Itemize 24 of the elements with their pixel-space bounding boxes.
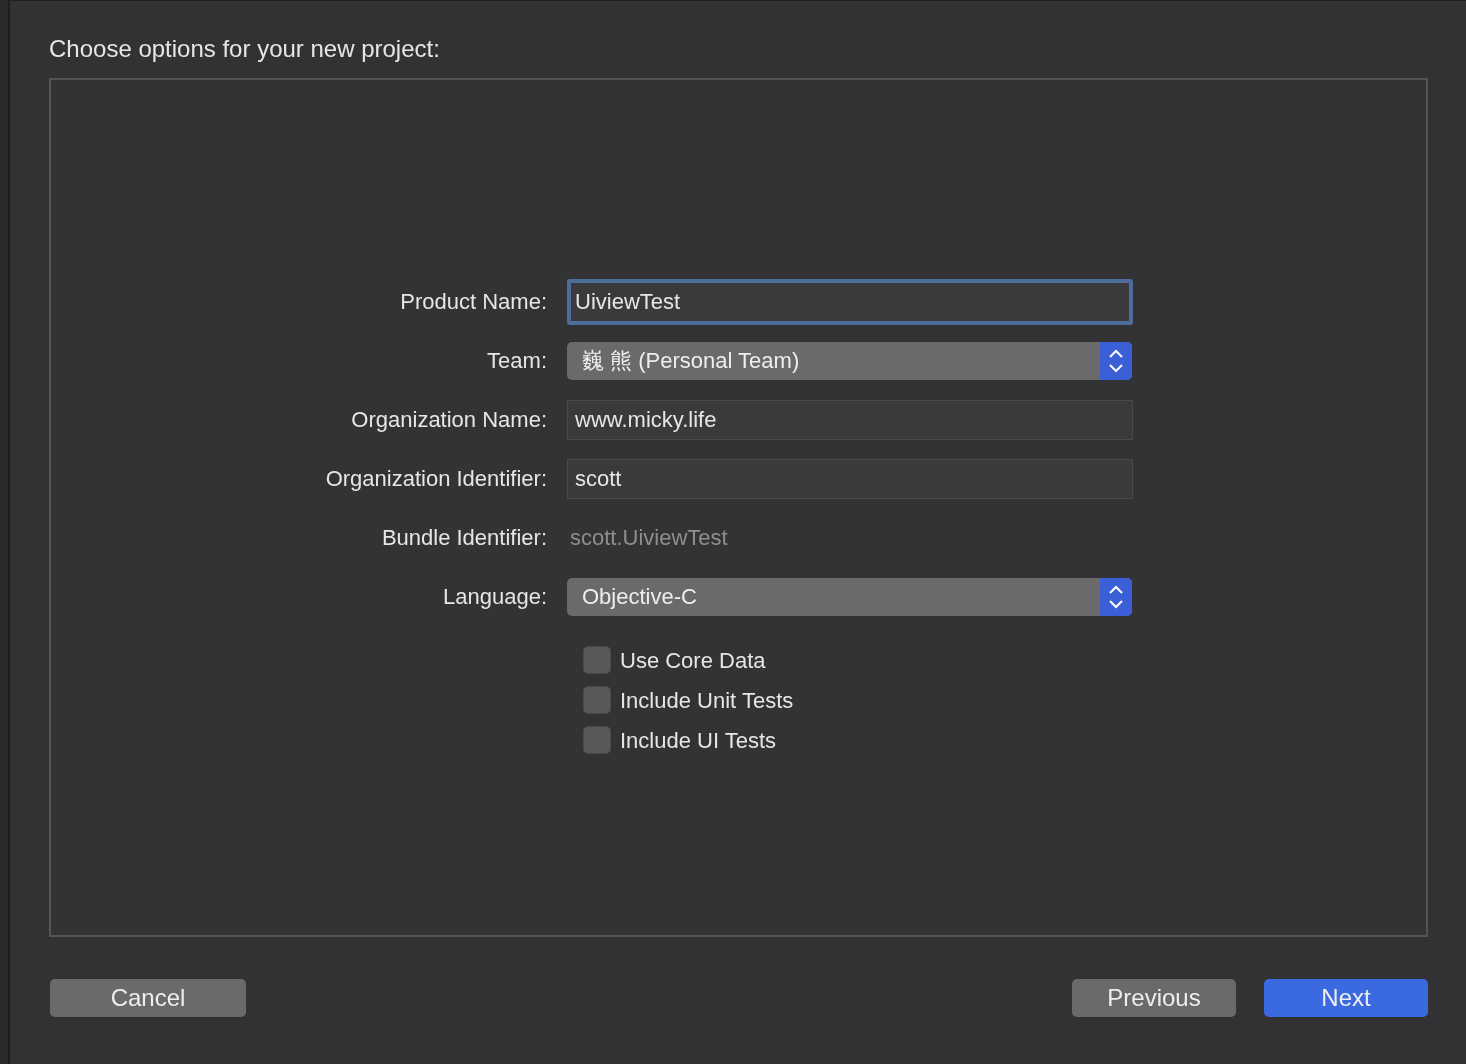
text-field[interactable]: UiviewTest: [567, 278, 1133, 325]
checkbox[interactable]: [583, 686, 611, 714]
checkbox[interactable]: [583, 726, 611, 754]
dialog-title: Choose options for your new project:: [49, 35, 440, 62]
static-value: scott.UiviewTest: [569, 524, 728, 552]
up-down-arrows-icon: [1108, 583, 1124, 610]
dialog-button[interactable]: Cancel: [50, 979, 246, 1017]
field-label: Organization Name:: [350, 406, 548, 434]
popup-button[interactable]: Objective-C: [567, 577, 1132, 616]
up-down-arrows-icon: [1108, 347, 1124, 374]
checkbox[interactable]: [583, 646, 611, 674]
dialog-button[interactable]: Previous: [1072, 979, 1236, 1017]
dialog-button[interactable]: Next: [1264, 979, 1428, 1017]
field-label: Bundle Identifier:: [380, 524, 548, 552]
field-label: Product Name:: [399, 288, 548, 316]
checkbox-label: Include Unit Tests: [620, 686, 794, 715]
checkbox-label: Use Core Data: [620, 646, 766, 675]
field-label: Organization Identifier:: [324, 465, 548, 493]
field-label: Team:: [486, 347, 548, 375]
popup-button[interactable]: 巍 熊 (Personal Team): [567, 341, 1132, 380]
field-label: Language:: [442, 583, 548, 611]
text-field[interactable]: www.micky.life: [567, 399, 1133, 440]
text-field[interactable]: scott: [567, 458, 1133, 499]
checkbox-label: Include UI Tests: [620, 726, 777, 755]
